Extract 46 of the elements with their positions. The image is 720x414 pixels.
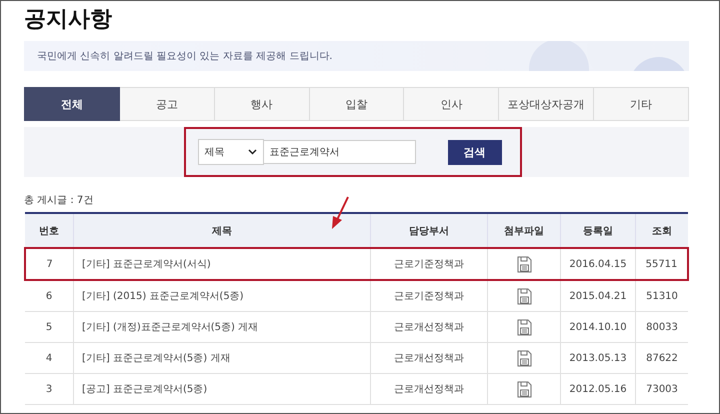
- table-cell: 근로개선정책과: [370, 374, 488, 404]
- column-header: 등록일: [560, 213, 636, 248]
- table-cell: 근로개선정책과: [370, 342, 488, 374]
- table-cell: 2013.05.13: [560, 342, 636, 374]
- intro-text: 국민에게 신속히 알려드릴 필요성이 있는 자료를 제공해 드립니다.: [36, 50, 332, 63]
- search-type-select[interactable]: 제목: [198, 139, 264, 165]
- search-button[interactable]: 검색: [448, 140, 502, 164]
- table-cell: 2012.05.16: [560, 374, 636, 404]
- table-cell: 73003: [636, 374, 688, 404]
- annotation-arrow: [329, 196, 351, 230]
- table-cell: 87622: [636, 342, 688, 374]
- post-title-link[interactable]: [공고] 표준근로계약서(5종): [74, 374, 370, 404]
- table-cell: 2014.10.10: [560, 312, 636, 342]
- table-cell: 80033: [636, 312, 688, 342]
- table-cell: 근로기준정책과: [370, 248, 488, 280]
- table-cell: 3: [25, 374, 74, 404]
- category-tab[interactable]: 공고: [120, 87, 215, 121]
- total-count: 총 게시글 : 7건: [24, 194, 94, 206]
- category-tab[interactable]: 포상대상자공개: [499, 87, 594, 121]
- table-cell: 55711: [636, 248, 688, 280]
- table-cell: 4: [25, 342, 74, 374]
- search-input[interactable]: 표준근로계약서: [264, 140, 416, 164]
- category-tab[interactable]: 기타: [594, 87, 690, 121]
- table-cell: 2016.04.15: [560, 248, 636, 280]
- table-cell: 6: [25, 280, 74, 312]
- table-cell: 근로개선정책과: [370, 312, 488, 342]
- post-title-link[interactable]: [기타] 표준근로계약서(5종) 게재: [74, 342, 370, 374]
- category-tab[interactable]: 전체: [24, 87, 120, 121]
- table-cell: 51310: [636, 280, 688, 312]
- table-cell: 5: [25, 312, 74, 342]
- chevron-icon: [248, 149, 256, 155]
- table-cell: 2015.04.21: [560, 280, 636, 312]
- page-title: 공지사항: [24, 6, 113, 34]
- table-cell: 7: [25, 248, 74, 280]
- category-tab[interactable]: 행사: [214, 87, 310, 121]
- column-header: 제목: [74, 213, 370, 248]
- column-header: 첨부파일: [488, 213, 560, 248]
- post-title-link[interactable]: [기타] (개정)표준근로계약서(5종) 게재: [74, 312, 370, 342]
- category-tab[interactable]: 인사: [404, 87, 500, 121]
- column-header: 담당부서: [370, 213, 488, 248]
- column-header: 조회: [636, 213, 688, 248]
- post-title-link[interactable]: [기타] 표준근로계약서(서식): [74, 248, 370, 280]
- post-title-link[interactable]: [기타] (2015) 표준근로계약서(5종): [74, 280, 370, 312]
- column-header: 번호: [25, 213, 74, 248]
- table-cell: 근로기준정책과: [370, 280, 488, 312]
- category-tab[interactable]: 입찰: [310, 87, 404, 121]
